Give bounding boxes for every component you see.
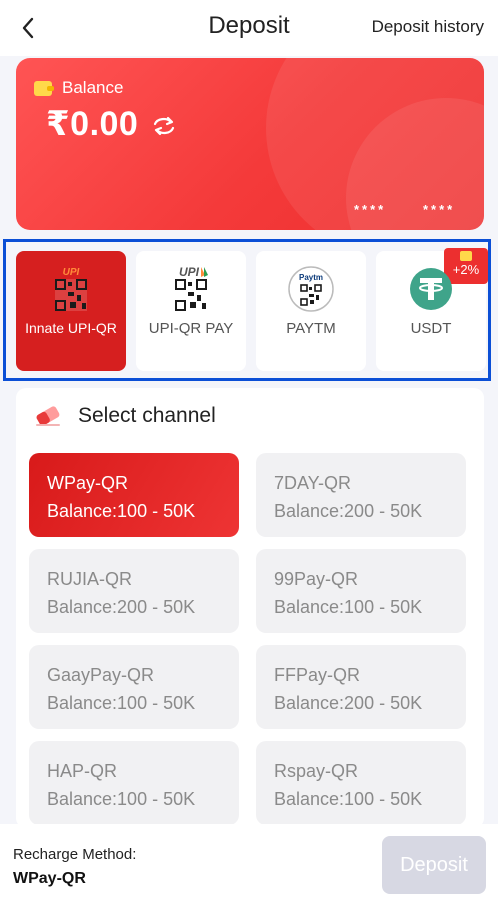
gift-icon [460,251,472,261]
method-label: UPI-QR PAY [148,320,234,337]
method-usdt[interactable]: +2% USDT [376,248,488,371]
bottom-bar: Recharge Method: WPay-QR Deposit [0,824,498,902]
channel-name: GaayPay-QR [47,665,155,685]
method-innate-upi-qr[interactable]: UPI Innate UPI-QR [16,251,126,371]
channel-name: FFPay-QR [274,665,361,685]
method-paytm[interactable]: Paytm PAYTM [256,251,366,371]
top-bar: Deposit Deposit history [0,0,498,56]
upi-qr-icon: UPI [55,267,87,311]
back-button[interactable] [14,14,42,42]
method-label: PAYTM [286,320,336,337]
tether-icon [410,268,452,310]
channel-name: RUJIA-QR [47,569,132,589]
channel-option-gaaypay-qr[interactable]: GaayPay-QR Balance:100 - 50K [29,645,239,729]
chevron-left-icon [22,17,34,39]
channel-range: Balance:100 - 50K [47,501,196,521]
channel-option-hap-qr[interactable]: HAP-QR Balance:100 - 50K [29,741,239,825]
channel-section-title: Select channel [78,404,216,427]
balance-amount: ₹0.00 [46,105,139,143]
channel-option-wpay-qr[interactable]: WPay-QR Balance:100 - 50K [29,453,239,537]
channel-name: 99Pay-QR [274,569,359,589]
deposit-button[interactable]: Deposit [382,836,486,894]
channel-range: Balance:200 - 50K [47,597,196,617]
card-number-mask: **** [354,202,387,217]
channel-name: HAP-QR [47,761,118,781]
channel-range: Balance:200 - 50K [274,693,423,713]
deposit-history-link[interactable]: Deposit history [372,17,484,37]
channel-header: Select channel [34,404,216,428]
balance-card: Balance ₹0.00 **** **** [16,58,484,230]
channel-range: Balance:200 - 50K [274,501,423,521]
method-label: USDT [410,320,452,337]
channel-panel: Select channel WPay-QR Balance:100 - 50K… [16,388,484,828]
svg-text:UPI: UPI [179,265,200,279]
svg-text:UPI: UPI [63,267,80,278]
svg-text:Paytm: Paytm [299,273,323,282]
channel-name: Rspay-QR [274,761,359,781]
eraser-icon [36,406,60,426]
channel-option-99pay-qr[interactable]: 99Pay-QR Balance:100 - 50K [256,549,466,633]
recharge-method-label: Recharge Method: [13,846,137,863]
channel-range: Balance:100 - 50K [274,597,423,617]
balance-label-row: Balance [34,78,123,98]
balance-label: Balance [62,78,124,97]
channel-range: Balance:100 - 50K [274,789,423,809]
channel-range: Balance:100 - 50K [47,693,196,713]
method-upi-qr-pay[interactable]: UPI UPI-QR PAY [136,251,246,371]
channel-option-rujia-qr[interactable]: RUJIA-QR Balance:200 - 50K [29,549,239,633]
recharge-method-value: WPay-QR [13,870,86,887]
channel-option-rspay-qr[interactable]: Rspay-QR Balance:100 - 50K [256,741,466,825]
payment-method-selector: UPI Innate UPI-QR UPI UPI-QR PAY Paytm P… [3,239,491,381]
refresh-icon[interactable] [150,114,178,138]
paytm-qr-icon: Paytm [288,266,334,312]
channel-option-7day-qr[interactable]: 7DAY-QR Balance:200 - 50K [256,453,466,537]
upi-qr-icon: UPI [175,265,208,311]
wallet-icon [34,80,54,96]
channel-option-ffpay-qr[interactable]: FFPay-QR Balance:200 - 50K [256,645,466,729]
card-number-mask: **** [423,202,456,217]
method-label: Innate UPI-QR [25,320,117,336]
channel-range: Balance:100 - 50K [47,789,196,809]
channel-name: 7DAY-QR [274,473,352,493]
channel-name: WPay-QR [47,473,128,493]
